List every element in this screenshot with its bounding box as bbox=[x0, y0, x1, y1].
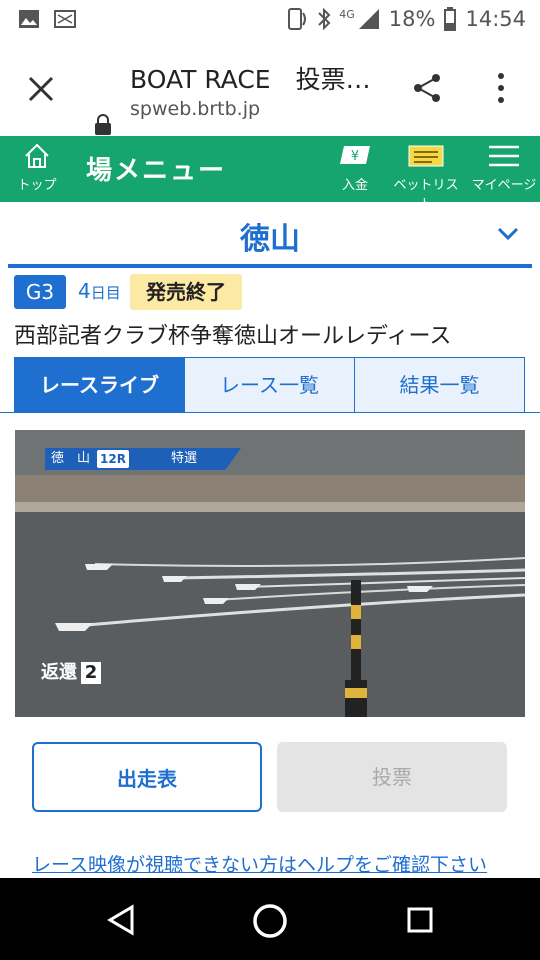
entry-list-button[interactable]: 出走表 bbox=[32, 742, 262, 812]
deposit-icon: ¥ bbox=[340, 146, 370, 164]
home-icon bbox=[25, 143, 49, 168]
race-tabs: レースライブ レース一覧 結果一覧 bbox=[14, 357, 525, 413]
overlay-race-number: 12R bbox=[97, 450, 129, 468]
overlay-race-class: 特選 bbox=[171, 451, 198, 466]
race-day-unit: 日目 bbox=[90, 284, 121, 302]
sales-status-badge: 発売終了 bbox=[130, 274, 242, 310]
nav-deposit-label: 入金 bbox=[341, 178, 368, 193]
tab-race-list[interactable]: レース一覧 bbox=[185, 357, 355, 413]
help-link[interactable]: レース映像が視聴できない方はヘルプをご確認下さい bbox=[32, 850, 487, 877]
network-type: 4G bbox=[339, 7, 355, 21]
venue-name: 徳山 bbox=[240, 222, 300, 257]
video-race-overlay: 徳 山 12R 特選 bbox=[45, 448, 241, 470]
nav-home-label: トップ bbox=[17, 178, 57, 193]
cast-icon bbox=[54, 10, 76, 28]
more-options-icon[interactable] bbox=[490, 70, 512, 106]
battery-percent: 18% bbox=[388, 7, 436, 31]
chevron-down-icon[interactable] bbox=[496, 226, 520, 242]
signal-icon bbox=[358, 9, 379, 29]
race-day: 4日目 bbox=[78, 279, 121, 303]
lock-icon bbox=[95, 114, 111, 135]
browser-toolbar: BOAT RACE 投票… spweb.brtb.jp bbox=[0, 40, 540, 136]
status-right: 4G 18% 14:54 bbox=[283, 7, 526, 31]
grade-badge: G3 bbox=[14, 275, 66, 309]
lap-label: 返還 bbox=[41, 662, 77, 683]
bluetooth-icon bbox=[318, 7, 331, 31]
recent-apps-icon[interactable] bbox=[406, 906, 434, 934]
tab-race-live[interactable]: レースライブ bbox=[14, 357, 185, 413]
nfc-icon bbox=[288, 8, 307, 30]
venue-selector[interactable]: 徳山 bbox=[8, 202, 532, 268]
hamburger-icon bbox=[489, 145, 519, 167]
tab-results[interactable]: 結果一覧 bbox=[355, 357, 525, 413]
page-host[interactable]: spweb.brtb.jp bbox=[130, 98, 260, 120]
svg-text:¥: ¥ bbox=[351, 149, 359, 164]
race-day-number: 4 bbox=[78, 279, 91, 303]
site-nav-bar: トップ 場メニュー ¥ 入金 ベットリスト マイページ bbox=[0, 136, 540, 212]
clock: 14:54 bbox=[465, 7, 526, 31]
lap-indicator: 返還 2 bbox=[41, 658, 101, 684]
battery-icon bbox=[444, 7, 457, 31]
nav-mypage-label: マイページ bbox=[471, 178, 537, 193]
race-video[interactable]: 徳 山 12R 特選 返還 2 bbox=[15, 430, 525, 717]
home-circle-icon[interactable] bbox=[251, 902, 289, 940]
nav-deposit[interactable]: ¥ 入金 bbox=[332, 142, 378, 193]
status-bar: 4G 18% 14:54 bbox=[0, 0, 540, 40]
vote-button[interactable]: 投票 bbox=[277, 742, 507, 812]
venue-menu-title[interactable]: 場メニュー bbox=[86, 150, 226, 187]
gallery-icon bbox=[19, 10, 39, 28]
back-icon[interactable] bbox=[106, 904, 136, 936]
nav-home[interactable]: トップ bbox=[12, 142, 62, 193]
race-title: 西部記者クラブ杯争奪徳山オールレディース bbox=[14, 324, 452, 349]
close-icon[interactable] bbox=[24, 72, 58, 106]
status-left-icons bbox=[18, 9, 76, 29]
overlay-venue: 徳 山 bbox=[51, 451, 91, 466]
tab-divider bbox=[0, 412, 540, 413]
share-icon[interactable] bbox=[410, 70, 446, 106]
nav-mypage[interactable]: マイページ bbox=[470, 142, 538, 193]
lap-number: 2 bbox=[81, 662, 101, 684]
betlist-icon bbox=[408, 145, 444, 167]
page-title[interactable]: BOAT RACE 投票… bbox=[130, 60, 371, 96]
